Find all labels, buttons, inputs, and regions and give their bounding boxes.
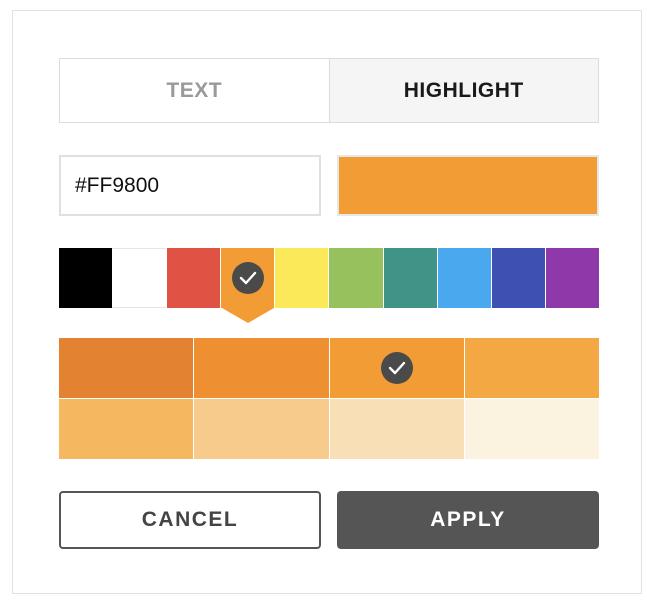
shade-swatch[interactable] xyxy=(194,399,329,459)
mode-tabs: TEXT HIGHLIGHT xyxy=(59,58,599,123)
palette-swatch[interactable] xyxy=(328,248,383,308)
apply-button[interactable]: APPLY xyxy=(337,491,599,549)
shade-swatch[interactable] xyxy=(59,338,194,398)
color-preview xyxy=(337,155,599,216)
palette-swatch[interactable] xyxy=(274,248,329,308)
color-palette xyxy=(59,248,599,323)
tab-text[interactable]: TEXT xyxy=(60,59,330,122)
palette-swatch[interactable] xyxy=(436,248,491,308)
palette-swatch[interactable] xyxy=(490,248,545,308)
cancel-button[interactable]: CANCEL xyxy=(59,491,321,549)
palette-swatch[interactable] xyxy=(59,248,113,308)
palette-swatch[interactable] xyxy=(220,248,275,323)
hex-color-input[interactable] xyxy=(59,155,321,216)
shade-swatch[interactable] xyxy=(464,399,599,459)
palette-swatch[interactable] xyxy=(544,248,599,308)
shade-swatch[interactable] xyxy=(329,338,464,398)
checkmark-icon xyxy=(231,262,264,294)
shade-grid xyxy=(59,338,599,459)
palette-swatch[interactable] xyxy=(112,248,167,308)
tab-highlight[interactable]: HIGHLIGHT xyxy=(329,59,598,122)
shade-swatch[interactable] xyxy=(329,399,464,459)
shade-swatch[interactable] xyxy=(194,338,329,398)
selected-pointer xyxy=(221,308,274,323)
palette-swatch[interactable] xyxy=(166,248,221,308)
shade-swatch[interactable] xyxy=(59,399,194,459)
palette-swatch[interactable] xyxy=(382,248,437,308)
checkmark-icon xyxy=(380,352,413,384)
shade-swatch[interactable] xyxy=(464,338,599,398)
